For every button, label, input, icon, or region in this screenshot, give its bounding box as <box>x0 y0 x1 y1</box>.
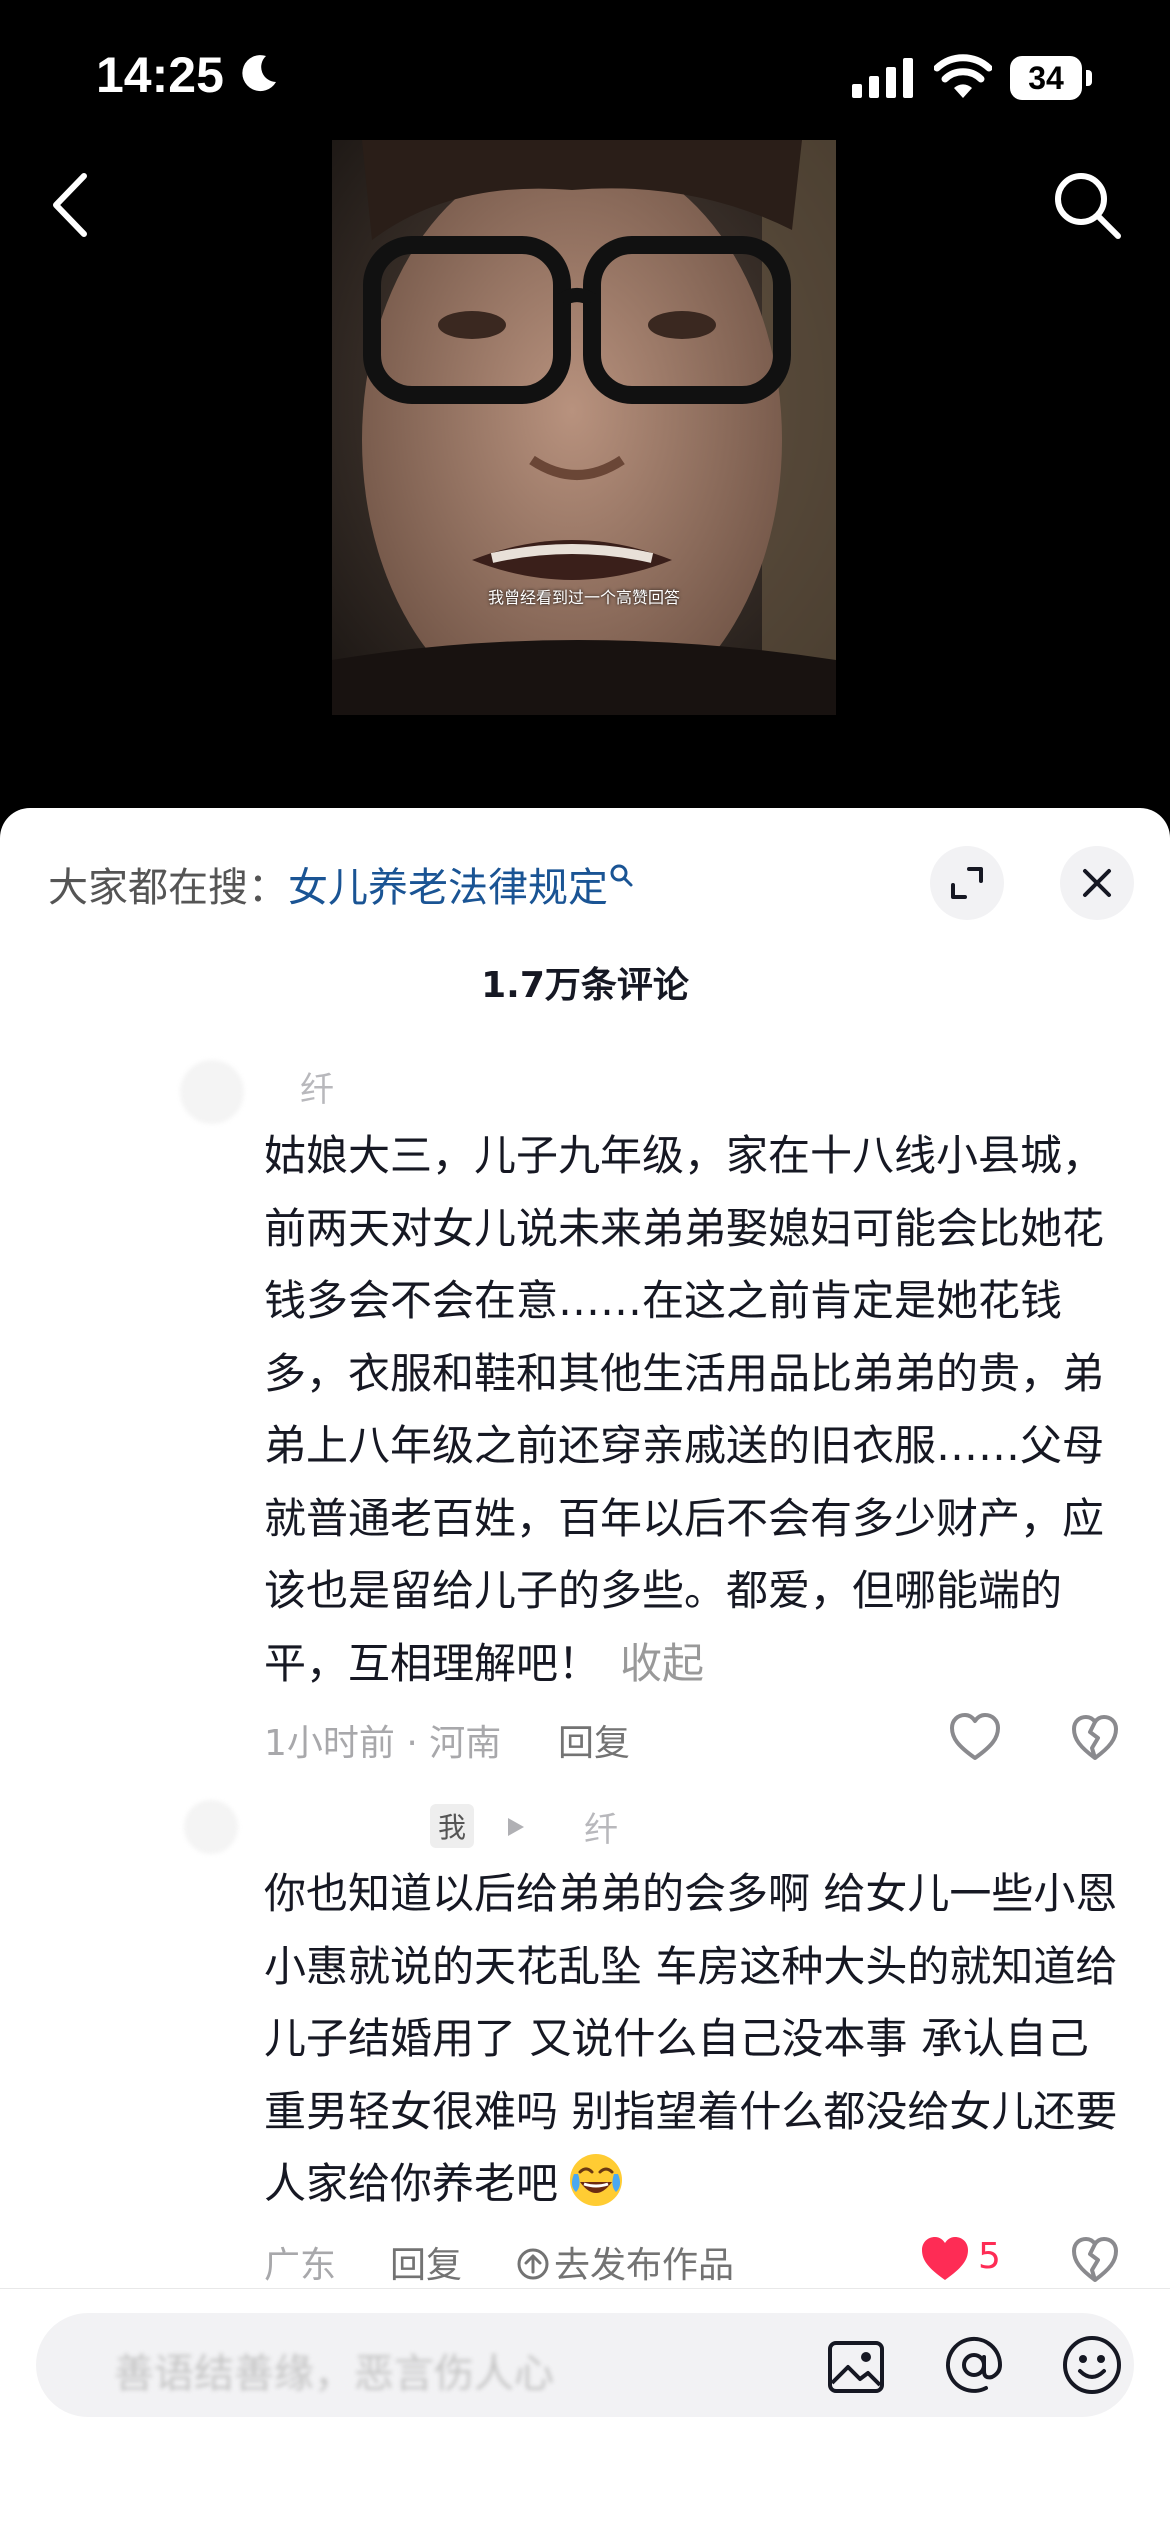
reply-button[interactable]: 回复 <box>390 2236 462 2288</box>
hot-search: 大家都在搜：女儿养老法律规定 <box>48 858 634 918</box>
like-count: 5 <box>978 2236 1001 2277</box>
dislike-icon[interactable] <box>1070 1714 1120 1762</box>
expand-button[interactable] <box>930 846 1004 920</box>
video-player[interactable]: 我曾经看到过一个高赞回答 <box>332 140 836 715</box>
heart-icon[interactable] <box>948 1712 1002 1762</box>
search-icon[interactable] <box>1050 168 1124 242</box>
hot-search-query[interactable]: 女儿养老法律规定 <box>288 865 608 911</box>
reply-to-username[interactable]: 纤 <box>584 1802 618 1851</box>
publish-label[interactable]: 去发布作品 <box>554 2245 734 2286</box>
at-mention-icon[interactable] <box>942 2333 1006 2397</box>
comment-input-bar: 善语结善缘，恶言伤人心 <box>0 2288 1170 2533</box>
hot-search-link[interactable]: 女儿养老法律规定 <box>288 864 634 911</box>
wifi-icon <box>934 54 992 98</box>
moon-icon <box>242 55 276 92</box>
back-icon[interactable] <box>46 170 96 240</box>
image-icon[interactable] <box>826 2337 886 2397</box>
expand-icon <box>951 867 983 899</box>
comment-location: 广东 <box>264 2245 337 2286</box>
close-icon <box>1083 869 1111 897</box>
collapse-link[interactable]: 收起 <box>620 1639 704 1688</box>
comment-body: 你也知道以后给弟弟的会多啊 给女儿一些小恩小惠就说的天花乱坠 车房这种大头的就知… <box>264 1869 1118 2208</box>
search-icon <box>610 864 633 887</box>
reply-arrow-icon <box>508 1818 524 1836</box>
comment-meta: 1小时前 · 河南 <box>264 1723 502 1764</box>
comment-sheet: 大家都在搜：女儿养老法律规定 1.7万条评论 纤 姑娘大三，儿子九年级，家在十八… <box>0 808 1170 2533</box>
status-time: 14:25 <box>96 47 224 103</box>
comment-input-placeholder: 善语结善缘，恶言伤人心 <box>114 2351 554 2397</box>
comment-username[interactable]: 纤 <box>300 1062 334 1111</box>
comment-text: 你也知道以后给弟弟的会多啊 给女儿一些小恩小惠就说的天花乱坠 车房这种大头的就知… <box>264 1858 1120 2221</box>
status-bar: 14:25 34 <box>0 0 1170 140</box>
dislike-icon[interactable] <box>1070 2236 1120 2284</box>
comment-text: 姑娘大三，儿子九年级，家在十八线小县城，前两天对女儿说未来弟弟娶媳妇可能会比她花… <box>264 1120 1120 1700</box>
comment-input[interactable]: 善语结善缘，恶言伤人心 <box>36 2313 1134 2417</box>
avatar[interactable] <box>180 1060 244 1124</box>
reply-button[interactable]: 回复 <box>558 1714 630 1766</box>
video-frame <box>332 140 836 715</box>
battery-cap <box>1086 70 1092 86</box>
me-tag: 我 <box>430 1804 475 1848</box>
emoji-icon[interactable] <box>1060 2333 1124 2397</box>
comment-body: 姑娘大三，儿子九年级，家在十八线小县城，前两天对女儿说未来弟弟娶媳妇可能会比她花… <box>264 1131 1105 1688</box>
battery-indicator: 34 <box>1010 56 1092 100</box>
signal-icon <box>852 58 913 98</box>
comment-count: 1.7万条评论 <box>481 965 689 1006</box>
close-button[interactable] <box>1060 846 1134 920</box>
publish-work-button[interactable]: 去发布作品 <box>516 2236 734 2288</box>
laughing-crying-emoji-icon <box>570 2154 623 2206</box>
video-subtitle: 我曾经看到过一个高赞回答 <box>487 588 680 607</box>
liked-heart-icon[interactable] <box>918 2234 972 2284</box>
avatar[interactable] <box>184 1800 238 1854</box>
battery-level: 34 <box>1010 56 1082 100</box>
hot-search-label: 大家都在搜： <box>48 865 288 911</box>
publish-icon <box>517 2248 549 2280</box>
